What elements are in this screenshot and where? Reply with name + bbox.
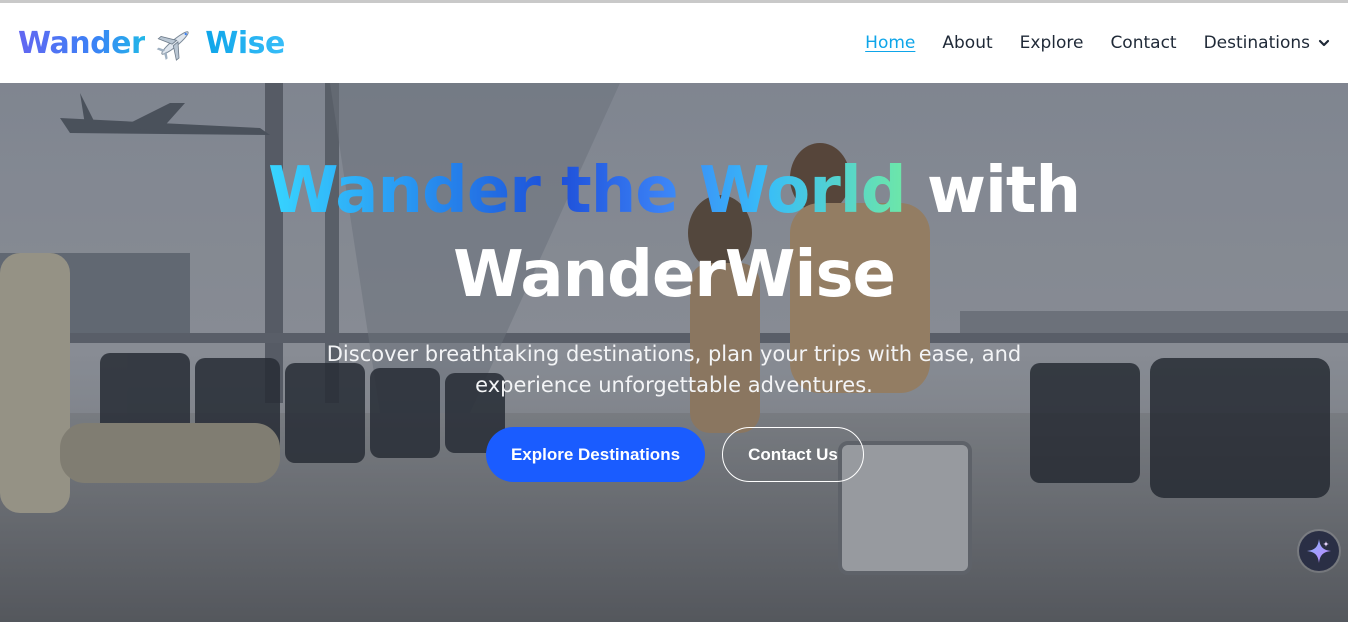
contact-us-button[interactable]: Contact Us bbox=[722, 427, 864, 482]
main-nav: Home About Explore Contact Destinations bbox=[865, 33, 1330, 53]
hero-subtitle-line2: experience unforgettable adventures. bbox=[475, 373, 873, 397]
hero-section: Wander the World with WanderWise Discove… bbox=[0, 83, 1348, 622]
nav-destinations-dropdown[interactable]: Destinations bbox=[1204, 33, 1330, 53]
site-header: Wander Wise Home About Explore Contact D… bbox=[0, 3, 1348, 83]
chevron-down-icon bbox=[1318, 39, 1330, 47]
explore-destinations-button[interactable]: Explore Destinations bbox=[486, 427, 705, 482]
hero-subtitle: Discover breathtaking destinations, plan… bbox=[0, 339, 1348, 401]
brand-word-1: Wander bbox=[18, 25, 146, 61]
hero-headline-rest: with bbox=[926, 154, 1081, 228]
brand-logo[interactable]: Wander Wise bbox=[18, 23, 285, 63]
hero-headline-gradient: Wander the World bbox=[267, 154, 907, 228]
hero-headline-line2: WanderWise bbox=[453, 238, 896, 312]
hero-content: Wander the World with WanderWise Discove… bbox=[0, 83, 1348, 622]
nav-explore[interactable]: Explore bbox=[1020, 33, 1084, 53]
nav-contact[interactable]: Contact bbox=[1110, 33, 1176, 53]
hero-headline-line1: Wander the World with bbox=[0, 149, 1348, 233]
sparkle-icon bbox=[1307, 539, 1331, 563]
nav-about[interactable]: About bbox=[942, 33, 992, 53]
nav-destinations-label: Destinations bbox=[1203, 33, 1310, 53]
airplane-icon bbox=[155, 23, 195, 63]
brand-word-2: Wise bbox=[205, 25, 285, 61]
nav-home[interactable]: Home bbox=[865, 33, 915, 53]
assistant-launcher-button[interactable] bbox=[1299, 531, 1339, 571]
hero-subtitle-line1: Discover breathtaking destinations, plan… bbox=[326, 342, 1022, 366]
